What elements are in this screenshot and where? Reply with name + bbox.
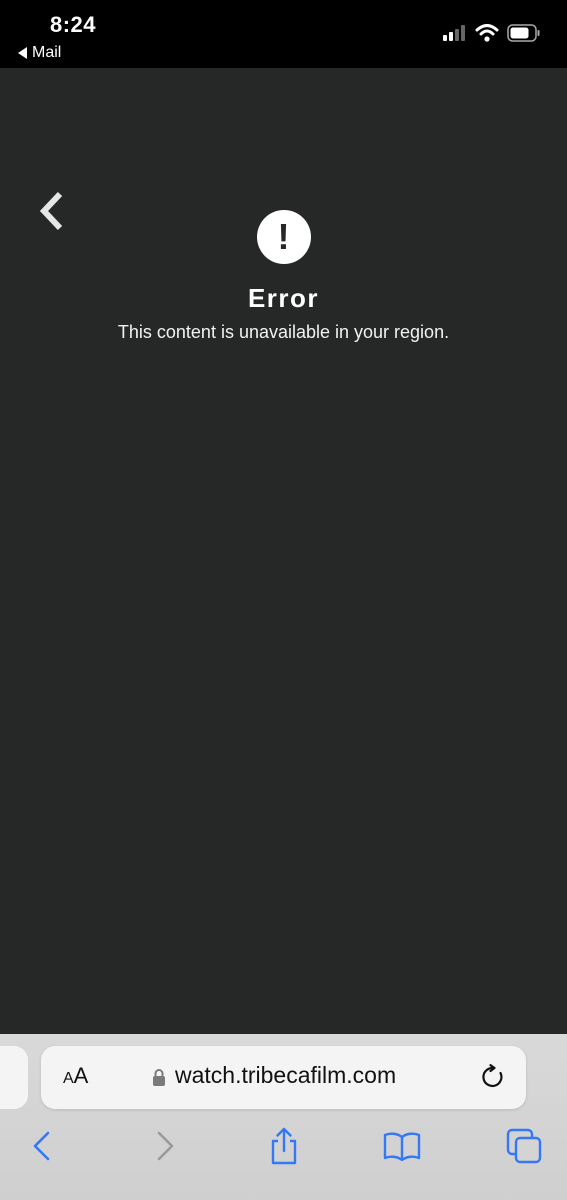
error-message: This content is unavailable in your regi… bbox=[117, 322, 450, 342]
status-time: 8:24 bbox=[50, 12, 97, 37]
browser-forward-button[interactable] bbox=[145, 1126, 185, 1166]
cellular-signal-icon bbox=[443, 25, 465, 41]
share-button[interactable] bbox=[264, 1126, 304, 1166]
error-title: Error bbox=[247, 283, 320, 313]
address-bar[interactable]: AA watch.tribecafilm.com bbox=[41, 1046, 526, 1109]
tabs-icon bbox=[506, 1128, 542, 1164]
bookmarks-button[interactable] bbox=[382, 1126, 422, 1166]
forward-icon bbox=[157, 1131, 174, 1161]
wifi-icon bbox=[475, 24, 499, 42]
tabs-button[interactable] bbox=[504, 1126, 544, 1166]
text-size-small-a: A bbox=[63, 1070, 74, 1087]
back-to-mail-label: Mail bbox=[32, 44, 62, 61]
text-size-button[interactable]: AA bbox=[63, 1063, 88, 1089]
browser-toolbar bbox=[0, 1126, 567, 1170]
lock-icon bbox=[153, 1069, 165, 1086]
battery-icon bbox=[507, 24, 540, 42]
status-bar: 8:24 Mail bbox=[0, 0, 567, 68]
status-icons bbox=[443, 24, 541, 42]
browser-bottom-bar: AA watch.tribecafilm.com bbox=[0, 1034, 567, 1200]
reload-icon[interactable] bbox=[480, 1064, 506, 1090]
screen: 8:24 Mail ! Error This content is unavai… bbox=[0, 0, 567, 1200]
exclamation-icon: ! bbox=[256, 210, 311, 264]
previous-tab-card[interactable] bbox=[0, 1046, 28, 1109]
share-icon bbox=[271, 1127, 297, 1165]
back-icon bbox=[33, 1131, 50, 1161]
text-size-large-a: A bbox=[73, 1063, 89, 1088]
back-triangle-icon bbox=[18, 47, 27, 59]
url-text[interactable]: watch.tribecafilm.com bbox=[175, 1062, 396, 1089]
back-to-mail-link[interactable]: Mail bbox=[18, 44, 61, 62]
error-block: ! Error This content is unavailable in y… bbox=[0, 210, 567, 343]
browser-back-button[interactable] bbox=[22, 1126, 62, 1166]
bookmarks-icon bbox=[383, 1132, 421, 1161]
